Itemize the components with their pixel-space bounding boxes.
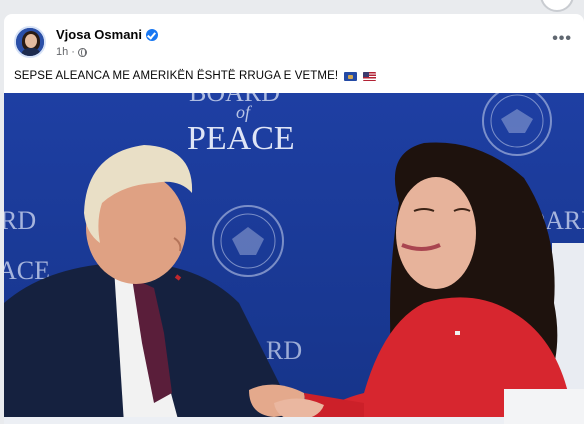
- post-time[interactable]: 1h: [56, 46, 68, 58]
- backdrop-word-board: BOARD: [189, 93, 280, 107]
- previous-post-edge: [0, 0, 584, 12]
- globe-icon[interactable]: [77, 47, 87, 57]
- post-text: SEPSE ALEANCA ME AMERIKËN ËSHTË RRUGA E …: [14, 70, 377, 82]
- papers: [504, 389, 584, 424]
- scroll-top-button[interactable]: [540, 0, 574, 12]
- backdrop-word-peace: PEACE: [187, 120, 295, 157]
- post-meta: 1h ·: [56, 46, 87, 58]
- post-text-content: SEPSE ALEANCA ME AMERIKËN ËSHTË RRUGA E …: [14, 70, 339, 82]
- usa-flag-icon: [363, 71, 377, 81]
- post-photo[interactable]: BOARD of PEACE RD ACE RD BOARD: [4, 93, 584, 424]
- backdrop-word-rd-left: RD: [4, 206, 36, 235]
- author-name[interactable]: Vjosa Osmani: [56, 27, 142, 42]
- table-edge: [4, 417, 584, 424]
- backdrop-word-rd-center: RD: [266, 336, 302, 365]
- post-card: Vjosa Osmani 1h · ••• SEPSE ALEANCA ME A…: [4, 14, 584, 424]
- more-options-button[interactable]: •••: [552, 31, 572, 47]
- verified-badge-icon: [145, 28, 158, 41]
- post-header: Vjosa Osmani: [56, 27, 158, 42]
- meta-separator: ·: [71, 46, 75, 58]
- avatar[interactable]: [14, 26, 46, 58]
- kosovo-flag-icon: [344, 71, 358, 81]
